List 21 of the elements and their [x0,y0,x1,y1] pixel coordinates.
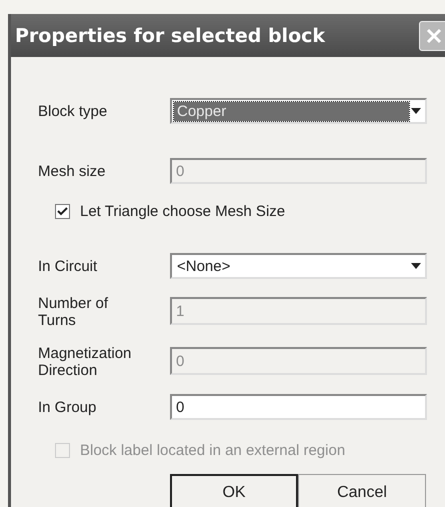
dropdown[interactable]: <None> [170,253,427,279]
checkbox-label: Let Triangle choose Mesh Size [80,202,286,220]
checkbox[interactable] [55,204,70,218]
field-label: In Circuit [38,258,98,274]
window-title: Properties for selected block [15,24,326,46]
field-label: In Group [38,398,98,416]
dropdown[interactable]: Copper [170,98,427,124]
field-label: Number of Turns [38,295,110,329]
close-button[interactable] [419,20,445,50]
caret-icon [409,261,423,271]
field-label: Mesh size [38,162,107,180]
checkbox-label: Block label located in an external region [80,442,346,458]
field-label: Magnetization Direction [38,345,132,379]
dropdown-value: <None> [176,256,232,276]
cancel-button[interactable]: Cancel [298,474,426,507]
ok-button[interactable]: OK [170,474,298,507]
field-label: Block type [38,102,108,120]
input-field[interactable]: 0 [170,394,427,420]
dropdown-value: Copper [174,102,409,120]
check-icon [57,206,68,216]
caret-icon [409,106,423,116]
